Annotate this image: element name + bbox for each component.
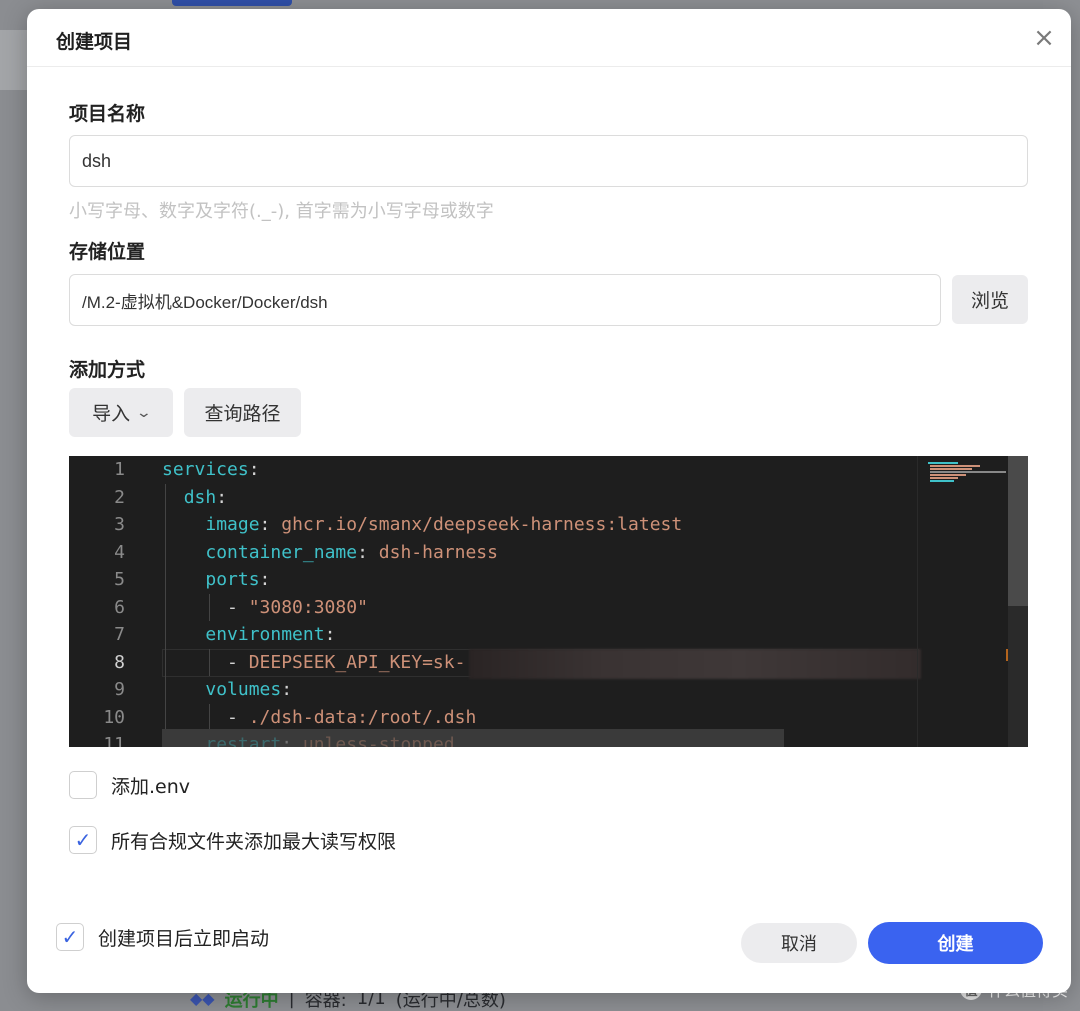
add-method-label: 添加方式: [69, 359, 146, 381]
code-text: - "3080:3080": [162, 596, 368, 618]
auto-start-checkbox[interactable]: ✓: [56, 923, 84, 951]
storage-location-label: 存储位置: [69, 241, 146, 263]
add-env-checkbox[interactable]: [69, 771, 97, 799]
create-project-dialog: 创建项目 × 项目名称 dsh 小写字母、数字及字符(._-), 首字需为小写字…: [27, 9, 1071, 993]
project-name-label: 项目名称: [69, 103, 146, 125]
code-text: image: ghcr.io/smanx/deepseek-harness:la…: [205, 514, 683, 536]
code-line[interactable]: 11 restart: unless-stopped: [69, 731, 919, 747]
code-text: ports:: [205, 569, 271, 591]
minimap-line: [930, 468, 972, 470]
auto-start-option[interactable]: ✓ 创建项目后立即启动: [56, 923, 269, 951]
create-button[interactable]: 创建: [868, 922, 1043, 964]
max-permission-checkbox[interactable]: ✓: [69, 826, 97, 854]
import-button-label: 导入: [92, 403, 131, 425]
line-number: 2: [114, 486, 125, 508]
dialog-title: 创建项目: [56, 31, 133, 53]
code-line[interactable]: 7 environment:: [69, 621, 919, 649]
code-text: dsh:: [183, 486, 228, 508]
code-line[interactable]: 4 container_name: dsh-harness: [69, 539, 919, 567]
minimap-line: [928, 462, 958, 464]
background-top-button: [172, 0, 292, 6]
minimap-line: [930, 474, 966, 476]
compose-code-editor[interactable]: 1 services: 2 dsh: 3 image: ghcr.io/smanx/d…: [69, 456, 1028, 747]
project-name-input[interactable]: dsh: [69, 135, 1028, 187]
code-text: services:: [162, 459, 260, 481]
max-permission-option[interactable]: ✓ 所有合规文件夹添加最大读写权限: [69, 826, 396, 854]
editor-minimap[interactable]: [917, 456, 1006, 747]
line-number: 7: [114, 624, 125, 646]
code-text: volumes:: [205, 679, 293, 701]
minimap-line: [930, 465, 980, 467]
code-line[interactable]: 6 - "3080:3080": [69, 594, 919, 622]
line-number: 3: [114, 514, 125, 536]
code-line[interactable]: 10 - ./dsh-data:/root/.dsh: [69, 704, 919, 732]
add-env-option[interactable]: 添加.env: [69, 771, 190, 799]
minimap-line: [930, 480, 954, 482]
code-text: - DEEPSEEK_API_KEY=sk-: [162, 651, 466, 673]
close-icon[interactable]: ×: [1031, 25, 1057, 51]
dialog-header: 创建项目 ×: [27, 9, 1071, 67]
code-line[interactable]: 9 volumes:: [69, 676, 919, 704]
chevron-down-icon: ⌄: [135, 404, 153, 421]
code-line[interactable]: 5 ports:: [69, 566, 919, 594]
query-path-button[interactable]: 查询路径: [184, 388, 301, 437]
line-number: 8: [114, 651, 125, 673]
line-number: 4: [114, 541, 125, 563]
max-permission-label: 所有合规文件夹添加最大读写权限: [111, 830, 397, 853]
project-name-hint: 小写字母、数字及字符(._-), 首字需为小写字母或数字: [69, 201, 494, 222]
storage-location-input[interactable]: /M.2-虚拟机&Docker/Docker/dsh: [69, 274, 941, 326]
browse-button[interactable]: 浏览: [952, 275, 1028, 324]
line-number: 10: [103, 706, 125, 728]
add-env-label: 添加.env: [111, 775, 191, 798]
line-number: 5: [114, 569, 125, 591]
redacted-api-key: [469, 649, 921, 679]
line-number: 11: [103, 734, 125, 747]
cancel-button[interactable]: 取消: [741, 923, 857, 963]
minimap-line: [930, 477, 958, 479]
code-line[interactable]: 1 services:: [69, 456, 919, 484]
code-line[interactable]: 2 dsh:: [69, 484, 919, 512]
line-number: 9: [114, 679, 125, 701]
line-number: 6: [114, 596, 125, 618]
line-number: 1: [114, 459, 125, 481]
code-text: - ./dsh-data:/root/.dsh: [162, 706, 477, 728]
code-text: container_name: dsh-harness: [205, 541, 498, 563]
editor-scrollbar-thumb[interactable]: [1008, 456, 1028, 606]
code-text: restart: unless-stopped: [205, 734, 455, 747]
minimap-line: [930, 471, 1006, 473]
code-line[interactable]: 3 image: ghcr.io/smanx/deepseek-harness:…: [69, 511, 919, 539]
editor-scrollbar-track[interactable]: [1008, 456, 1028, 747]
code-text: environment:: [205, 624, 336, 646]
import-dropdown-button[interactable]: 导入 ⌄: [69, 388, 173, 437]
auto-start-label: 创建项目后立即启动: [98, 927, 270, 950]
